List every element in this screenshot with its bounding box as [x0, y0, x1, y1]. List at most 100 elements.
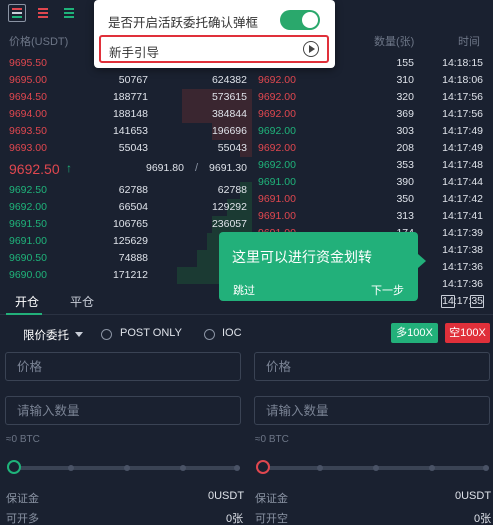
trade-price: 9692.00 — [258, 91, 296, 103]
long-leverage-button[interactable]: 多100X — [391, 323, 438, 343]
arrow-up-icon: ↑ — [66, 161, 72, 175]
qty-column-label: 数量(张) — [374, 36, 415, 48]
ask-total: 624382 — [211, 74, 247, 86]
ask-total: 55043 — [217, 142, 247, 154]
slider-tick — [234, 465, 240, 471]
buy-amount-slider[interactable] — [7, 460, 240, 474]
next-step-button[interactable]: 下一步 — [371, 282, 404, 298]
trade-qty: 390 — [396, 176, 414, 188]
bid-qty: 66504 — [118, 201, 148, 213]
guide-tooltip: 这里可以进行资金划转 跳过 下一步 — [219, 232, 426, 301]
bid-row[interactable]: 9692.50 62788 62788 — [0, 182, 252, 199]
ask-row[interactable]: 9693.50 141653 196696 — [0, 123, 252, 140]
bid-qty: 125629 — [112, 235, 148, 247]
trade-qty: 313 — [396, 210, 414, 222]
trade-row: 9691.00 313 14:17:41 — [252, 208, 493, 225]
ask-price: 9695.00 — [9, 74, 47, 86]
trade-time: 14:17:41 — [442, 210, 483, 222]
delete-icon[interactable] — [470, 295, 484, 308]
buy-qty-input[interactable] — [6, 397, 240, 424]
trade-price: 9692.00 — [258, 159, 296, 171]
bid-row[interactable]: 9690.50 74888 4 — [0, 250, 252, 267]
buy-slider-thumb[interactable] — [7, 460, 21, 474]
bids-only-view-button[interactable] — [60, 4, 78, 22]
buy-price-field — [5, 352, 241, 381]
ask-qty: 141653 — [112, 125, 148, 137]
ask-qty: 55043 — [118, 142, 148, 154]
sell-btc-estimate: ≈0 BTC — [255, 434, 289, 445]
sell-price-input[interactable] — [255, 353, 489, 380]
sell-slider-thumb[interactable] — [256, 460, 270, 474]
trade-row: 9692.00 369 14:17:56 — [252, 106, 493, 123]
asks-only-view-button[interactable] — [34, 4, 52, 22]
slider-tick — [68, 465, 74, 471]
tab-open[interactable]: 开仓 — [15, 293, 39, 310]
settings-popup: 是否开启活跃委托确认弹框 新手引导 — [94, 0, 335, 68]
bid-qty: 106765 — [112, 218, 148, 230]
ask-row[interactable]: 9694.00 188148 384844 — [0, 106, 252, 123]
slider-tick — [429, 465, 435, 471]
bid-row[interactable]: 9691.50 106765 236057 — [0, 216, 252, 233]
ask-qty: 50767 — [118, 74, 148, 86]
trade-price: 9692.00 — [258, 142, 296, 154]
time-column-label: 时间 — [458, 36, 480, 48]
slider-tick — [180, 465, 186, 471]
trade-time: 14:17:38 — [442, 244, 483, 256]
trade-qty: 208 — [396, 142, 414, 154]
trade-time: 14:17:56 — [442, 108, 483, 120]
ask-price: 9694.00 — [9, 108, 47, 120]
trade-time: 14:17:39 — [442, 227, 483, 239]
buy-qty-field — [5, 396, 241, 425]
tooltip-arrow — [418, 254, 426, 268]
ask-qty: 188148 — [112, 108, 148, 120]
ask-row[interactable]: 9693.00 55043 55043 — [0, 140, 252, 157]
trade-row: 9692.00 353 14:17:48 — [252, 157, 493, 174]
trade-time: 14:17:44 — [442, 176, 483, 188]
bid-price: 9691.00 — [9, 235, 47, 247]
bid-row[interactable]: 9692.00 66504 129292 — [0, 199, 252, 216]
best-bid-price: 9691.80 — [146, 162, 184, 174]
trade-price: 9692.00 — [258, 125, 296, 137]
trade-time: 14:17:56 — [442, 91, 483, 103]
bid-price: 9690.00 — [9, 269, 47, 281]
trade-time: 14:17:42 — [442, 193, 483, 205]
tab-close[interactable]: 平仓 — [70, 293, 94, 310]
buy-margin-value: 0USDT — [208, 490, 245, 502]
ioc-label: IOC — [222, 327, 242, 339]
post-only-label: POST ONLY — [120, 327, 182, 339]
confirm-dialog-toggle[interactable] — [280, 10, 320, 30]
bid-row[interactable]: 9691.00 125629 3 — [0, 233, 252, 250]
bid-price: 9692.00 — [9, 201, 47, 213]
trade-qty: 353 — [396, 159, 414, 171]
ask-row[interactable]: 9694.50 188771 573615 — [0, 89, 252, 106]
trade-qty: 155 — [396, 57, 414, 69]
bid-total: 236057 — [211, 218, 247, 230]
trade-time: 14:17:49 — [442, 125, 483, 137]
short-leverage-button[interactable]: 空100X — [445, 323, 490, 343]
ask-price: 9694.50 — [9, 91, 47, 103]
buy-btc-estimate: ≈0 BTC — [6, 434, 40, 445]
sell-amount-slider[interactable] — [256, 460, 489, 474]
trade-row: 9691.00 350 14:17:42 — [252, 191, 493, 208]
skip-button[interactable]: 跳过 — [233, 282, 255, 298]
ioc-radio[interactable] — [204, 329, 215, 340]
bid-row[interactable]: 9690.00 171212 6 — [0, 267, 252, 284]
toggle-knob — [302, 12, 318, 28]
open-long-label: 可开多 — [6, 513, 39, 525]
calculator-icon[interactable] — [441, 295, 455, 308]
open-long-value: 0张 — [226, 513, 244, 525]
trade-time: 14:18:15 — [442, 57, 483, 69]
order-type-select[interactable]: 限价委托 — [23, 327, 69, 343]
last-price: 9692.50 — [9, 161, 60, 177]
buy-price-input[interactable] — [6, 353, 240, 380]
slider-tick — [124, 465, 130, 471]
price-separator: / — [195, 162, 199, 174]
both-sides-view-button[interactable] — [8, 4, 26, 22]
beginner-guide-item[interactable]: 新手引导 — [99, 35, 329, 63]
trade-price: 9691.00 — [258, 176, 296, 188]
sell-qty-input[interactable] — [255, 397, 489, 424]
tooltip-text: 这里可以进行资金划转 — [232, 249, 372, 265]
ask-row[interactable]: 9695.00 50767 624382 — [0, 72, 252, 89]
post-only-radio[interactable] — [101, 329, 112, 340]
slider-tick — [373, 465, 379, 471]
